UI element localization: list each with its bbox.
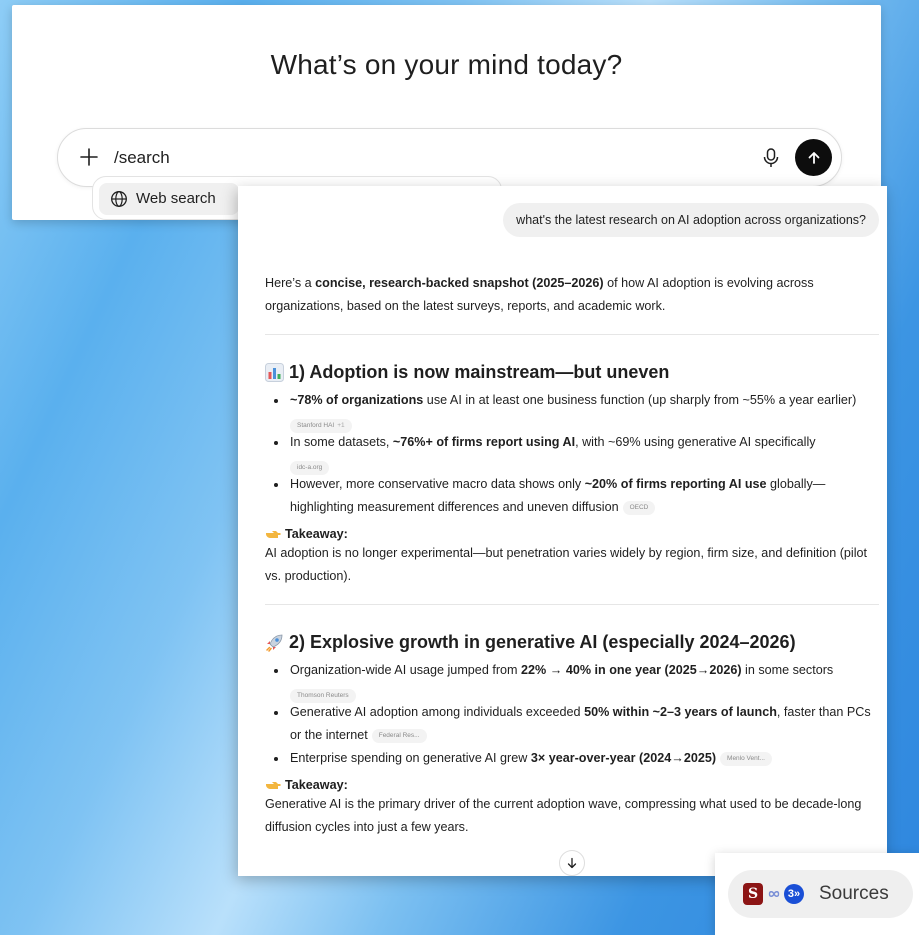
source-chip[interactable]: OECD — [622, 500, 656, 515]
hero-title: What’s on your mind today? — [270, 49, 623, 80]
takeaway-heading: Takeaway: — [265, 778, 879, 792]
user-message-bubble: what's the latest research on AI adoptio… — [503, 203, 879, 237]
sources-panel: S 3» Sources — [715, 853, 919, 935]
list-item: ~78% of organizations use AI in at least… — [265, 389, 879, 433]
takeaway-text: Generative AI is the primary driver of t… — [265, 797, 862, 834]
send-button[interactable] — [795, 139, 832, 176]
infinity-icon — [768, 891, 780, 897]
plus-icon[interactable] — [78, 146, 100, 168]
scroll-down-button[interactable] — [559, 850, 585, 876]
web-search-label: Web search — [136, 190, 216, 207]
idc-logo-icon: 3» — [784, 884, 804, 904]
generative-bullets: Organization-wide AI usage jumped from 2… — [265, 659, 879, 770]
source-chip[interactable]: Menlo Vent... — [720, 751, 772, 766]
answer-intro: Here’s a concise, research-backed snapsh… — [265, 276, 814, 313]
section-heading-adoption: 1) Adoption is now mainstream—but uneven — [265, 359, 879, 385]
mic-icon[interactable] — [760, 146, 782, 170]
source-chip[interactable]: Federal Res... — [371, 728, 427, 743]
stanford-logo-icon: S — [743, 883, 763, 905]
adoption-bullets: ~78% of organizations use AI in at least… — [265, 389, 879, 519]
section-heading-generative: 2) Explosive growth in generative AI (es… — [265, 629, 879, 655]
section-divider — [265, 604, 879, 605]
list-item: In some datasets, ~76%+ of firms report … — [265, 431, 879, 475]
section-divider — [265, 334, 879, 335]
assistant-answer: Here’s a concise, research-backed snapsh… — [265, 272, 879, 839]
globe-icon — [111, 191, 127, 207]
arrow-up-icon — [808, 151, 819, 164]
rocket-icon — [266, 634, 283, 652]
takeaway-heading: Takeaway: — [265, 527, 879, 541]
prompt-input[interactable]: /search — [114, 148, 170, 168]
list-item: Generative AI adoption among individuals… — [265, 701, 879, 747]
web-search-option[interactable]: Web search — [99, 183, 239, 215]
chat-window: what's the latest research on AI adoptio… — [238, 186, 887, 876]
list-item: Organization-wide AI usage jumped from 2… — [265, 659, 879, 703]
sources-button[interactable]: S 3» Sources — [728, 870, 913, 918]
bar-chart-icon — [265, 362, 284, 382]
arrow-down-icon — [567, 857, 577, 869]
takeaway-text: AI adoption is no longer experimental—bu… — [265, 546, 868, 583]
list-item: However, more conservative macro data sh… — [265, 473, 879, 519]
sources-label: Sources — [819, 883, 889, 904]
pointing-hand-icon — [266, 782, 281, 789]
pointing-hand-icon — [266, 531, 281, 538]
list-item: Enterprise spending on generative AI gre… — [265, 747, 879, 770]
